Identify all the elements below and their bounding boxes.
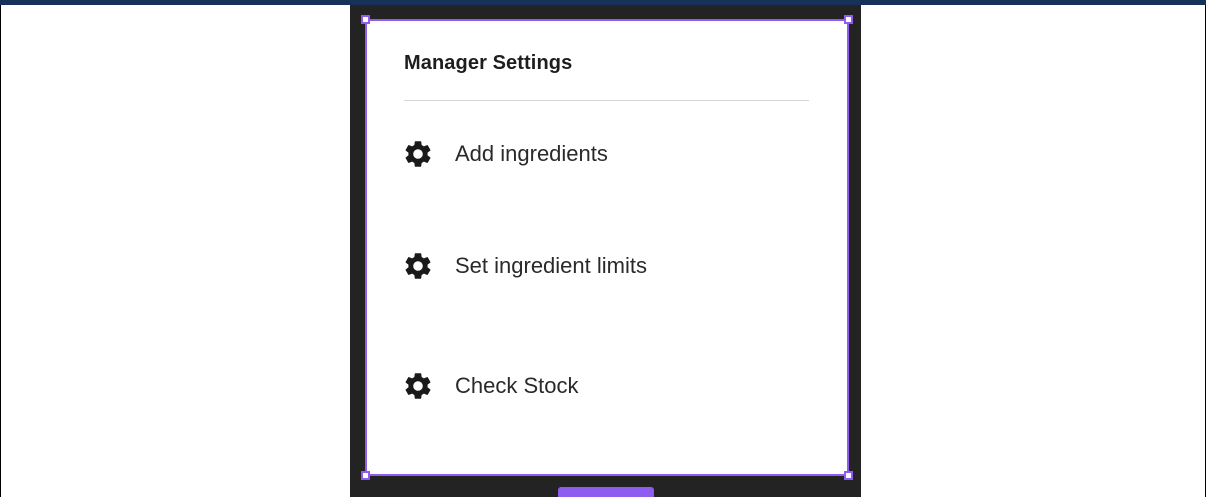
menu-item-label: Check Stock	[455, 373, 579, 398]
gear-icon	[402, 138, 434, 170]
title-divider	[404, 100, 809, 101]
design-editor-view: Manager Settings Add ingredients Set ing…	[0, 0, 1206, 497]
menu-item-set-ingredient-limits[interactable]: Set ingredient limits	[402, 250, 647, 282]
resize-handle-top-left[interactable]	[361, 15, 370, 24]
menu-item-add-ingredients[interactable]: Add ingredients	[402, 138, 608, 170]
dimension-badge	[558, 487, 654, 497]
panel-title: Manager Settings	[404, 52, 573, 74]
gear-icon	[402, 370, 434, 402]
resize-handle-bottom-left[interactable]	[361, 471, 370, 480]
resize-handle-bottom-right[interactable]	[844, 471, 853, 480]
manager-settings-frame[interactable]	[365, 19, 849, 476]
resize-handle-top-right[interactable]	[844, 15, 853, 24]
gear-icon	[402, 250, 434, 282]
menu-item-label: Set ingredient limits	[455, 253, 647, 278]
menu-item-check-stock[interactable]: Check Stock	[402, 370, 579, 402]
menu-item-label: Add ingredients	[455, 141, 608, 166]
